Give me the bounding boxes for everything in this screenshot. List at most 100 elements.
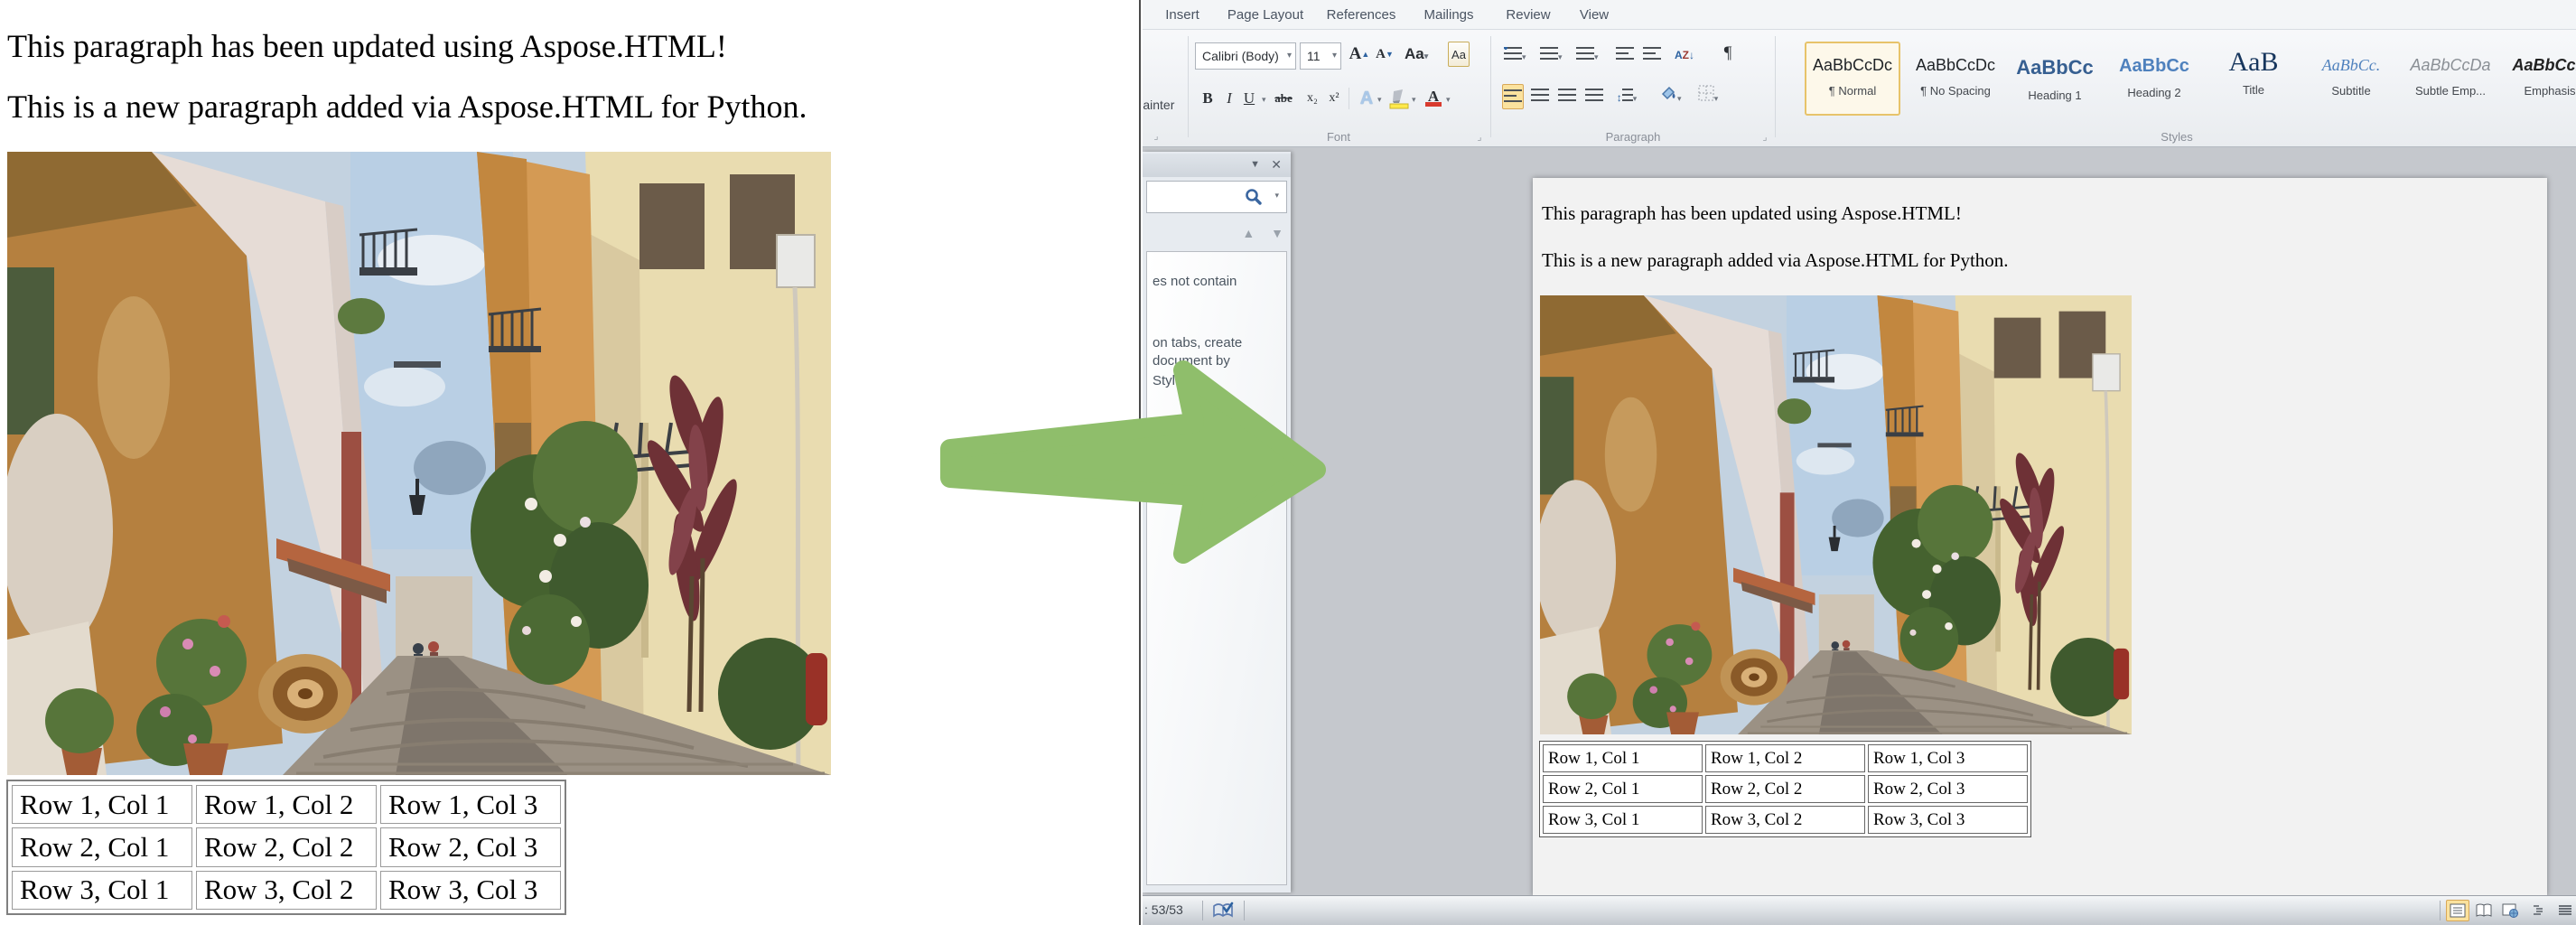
clear-formatting-button[interactable]: Aa [1448, 42, 1470, 67]
chevron-down-icon[interactable]: ▾ [1412, 95, 1416, 105]
font-group-label: Font [1190, 130, 1488, 144]
align-right-icon [1558, 89, 1576, 101]
font-dialog-launcher-icon[interactable]: ⌟ [1473, 131, 1486, 144]
table-cell: Row 2, Col 2 [1705, 775, 1865, 803]
bullets-button[interactable]: ▾ [1504, 42, 1526, 68]
chevron-down-icon[interactable]: ▾ [1446, 95, 1451, 105]
chevron-down-icon[interactable]: ▼ [1250, 159, 1260, 170]
sort-button[interactable]: AZ↓ [1674, 42, 1695, 68]
justify-icon [1585, 89, 1603, 101]
style-preview: AaBbCcDc [1806, 56, 1899, 75]
style-label: Title [2207, 83, 2300, 97]
chevron-down-icon[interactable]: ▾ [1262, 95, 1266, 105]
doc-paragraph-2: This is a new paragraph added via Aspose… [1542, 249, 2009, 272]
close-icon[interactable]: ✕ [1271, 157, 1282, 173]
status-bar: : 53/53 [1143, 895, 2576, 925]
increase-indent-button[interactable] [1641, 42, 1663, 68]
style-preview: AaBbCcDa [2404, 56, 2497, 75]
borders-button[interactable]: ▾ [1697, 84, 1719, 109]
draft-view-button[interactable] [2553, 900, 2576, 921]
align-center-button[interactable] [1529, 84, 1551, 109]
numbering-icon [1540, 47, 1558, 60]
table-cell: Row 2, Col 3 [1868, 775, 2028, 803]
tab-page-layout[interactable]: Page Layout [1222, 4, 1309, 27]
navigation-pane-header: ▼ ✕ [1143, 154, 1291, 177]
document-page[interactable]: This paragraph has been updated using As… [1533, 178, 2547, 896]
style-emphasis[interactable]: AaBbCcD Emphasis [2502, 42, 2576, 116]
justify-button[interactable] [1583, 84, 1605, 109]
print-layout-view-button[interactable] [2446, 900, 2469, 921]
style-subtle-emphasis[interactable]: AaBbCcDa Subtle Emp... [2403, 42, 2498, 116]
nav-search-input[interactable]: ▾ [1146, 181, 1287, 213]
chevron-down-icon[interactable]: ▾ [1274, 191, 1279, 201]
text-effects-button[interactable]: A [1356, 86, 1377, 111]
table-row: Row 1, Col 1 Row 1, Col 2 Row 1, Col 3 [12, 785, 561, 824]
draft-icon [2557, 903, 2573, 918]
clipboard-dialog-launcher-icon[interactable]: ⌟ [1150, 130, 1162, 143]
shading-button[interactable]: ▾ [1659, 84, 1682, 109]
strikethrough-button[interactable]: abe [1273, 86, 1294, 111]
paragraph-dialog-launcher-icon[interactable]: ⌟ [1759, 131, 1771, 144]
tab-insert[interactable]: Insert [1161, 4, 1204, 27]
table-cell: Row 3, Col 2 [196, 871, 377, 910]
font-name-combo[interactable]: Calibri (Body) ▾ [1195, 42, 1296, 70]
paragraph-group: ▾ ▾ ▾ AZ↓ ¶ ↕▾ ▾ [1493, 30, 1773, 147]
shrink-font-button[interactable]: A▼ [1374, 42, 1395, 67]
style-normal[interactable]: AaBbCcDc ¶ Normal [1805, 42, 1900, 116]
line-spacing-button[interactable]: ↕▾ [1616, 84, 1638, 109]
html-paragraph-2: This is a new paragraph added via Aspose… [7, 88, 807, 126]
tab-mailings[interactable]: Mailings [1420, 4, 1478, 27]
table-cell: Row 3, Col 3 [380, 871, 561, 910]
table-cell: Row 3, Col 3 [1868, 806, 2028, 834]
proofing-status-button[interactable] [1211, 900, 1235, 925]
highlighter-icon [1388, 88, 1410, 109]
table-row: Row 2, Col 1 Row 2, Col 2 Row 2, Col 3 [12, 827, 561, 866]
style-title[interactable]: AaB Title [2206, 42, 2301, 116]
previous-result-icon[interactable]: ▲ [1242, 226, 1255, 240]
italic-button[interactable]: I [1218, 86, 1240, 111]
outline-view-button[interactable] [2528, 900, 2552, 921]
word-count-label[interactable]: : 53/53 [1144, 902, 1183, 917]
table-cell: Row 1, Col 1 [12, 785, 192, 824]
subscript-button[interactable]: x₂ [1302, 86, 1323, 111]
next-result-icon[interactable]: ▼ [1271, 226, 1283, 240]
align-right-button[interactable] [1556, 84, 1578, 109]
style-subtitle[interactable]: AaBbCc. Subtitle [2303, 42, 2399, 116]
superscript-button[interactable]: x² [1323, 86, 1345, 111]
decrease-indent-button[interactable] [1614, 42, 1636, 68]
highlight-color-button[interactable] [1388, 88, 1410, 109]
show-paragraph-marks-button[interactable]: ¶ [1717, 41, 1739, 66]
web-layout-view-button[interactable] [2498, 900, 2522, 921]
table-cell: Row 2, Col 2 [196, 827, 377, 866]
style-label: Subtle Emp... [2404, 84, 2497, 98]
format-painter-button[interactable]: Painter [1143, 98, 1174, 112]
underline-button[interactable]: U [1238, 86, 1260, 111]
chevron-down-icon[interactable]: ▾ [1287, 43, 1292, 69]
print-layout-icon [2450, 903, 2466, 918]
multilevel-list-button[interactable]: ▾ [1576, 42, 1599, 68]
tab-view[interactable]: View [1576, 4, 1612, 27]
fullscreen-reading-view-button[interactable] [2472, 900, 2496, 921]
change-case-button[interactable]: Aa▾ [1405, 42, 1428, 67]
search-icon [1245, 188, 1263, 206]
table-row: Row 2, Col 1 Row 2, Col 2 Row 2, Col 3 [1543, 775, 2028, 803]
grow-font-button[interactable]: A▲ [1349, 42, 1370, 67]
align-left-button[interactable] [1502, 84, 1524, 109]
chevron-down-icon[interactable]: ▾ [1332, 43, 1337, 69]
table-cell: Row 1, Col 3 [1868, 744, 2028, 772]
tab-review[interactable]: Review [1504, 4, 1553, 27]
numbering-button[interactable]: ▾ [1540, 42, 1563, 68]
font-size-combo[interactable]: 11 ▾ [1300, 42, 1341, 70]
font-color-button[interactable]: A [1423, 84, 1444, 109]
style-heading-1[interactable]: AaBbCc Heading 1 [2007, 42, 2103, 116]
font-color-swatch [1425, 102, 1442, 107]
borders-grid-icon [1698, 85, 1714, 101]
decrease-indent-icon [1616, 47, 1634, 60]
chevron-down-icon[interactable]: ▾ [1377, 95, 1382, 105]
style-heading-2[interactable]: AaBbCc Heading 2 [2106, 42, 2202, 116]
tab-references[interactable]: References [1323, 4, 1399, 27]
bold-button[interactable]: B [1197, 86, 1218, 111]
style-no-spacing[interactable]: AaBbCcDc ¶ No Spacing [1908, 42, 2003, 116]
style-preview: AaB [2207, 47, 2300, 78]
font-name-value: Calibri (Body) [1202, 49, 1279, 63]
